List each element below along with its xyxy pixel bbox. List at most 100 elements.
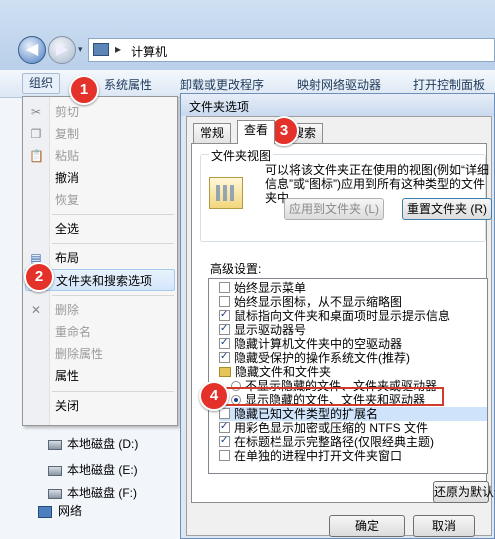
menu-item-paste[interactable]: 📋 粘贴 bbox=[23, 145, 178, 167]
menu-item-label: 撤消 bbox=[55, 171, 80, 185]
setting-label: 在标题栏显示完整路径(仅限经典主题) bbox=[234, 435, 434, 449]
chevron-right-icon[interactable]: ▸ bbox=[115, 42, 121, 56]
setting-label: 显示驱动器号 bbox=[234, 323, 307, 337]
network-icon bbox=[38, 505, 52, 518]
menu-item-cut[interactable]: ✂ 剪切 bbox=[23, 101, 178, 123]
folder-view-icon bbox=[209, 177, 243, 209]
dialog-body: 常规 查看 搜索 文件夹视图 可以将该文件夹正在使用的视图(例如“详细信息”或“… bbox=[186, 116, 495, 537]
cancel-button[interactable]: 取消 bbox=[413, 515, 475, 537]
hard-drive-icon bbox=[48, 488, 62, 499]
organize-button[interactable]: 组织 bbox=[22, 73, 61, 94]
address-text[interactable]: 计算机 bbox=[131, 43, 167, 60]
menu-item-undo[interactable]: 撤消 bbox=[23, 167, 178, 189]
setting-label: 隐藏文件和文件夹 bbox=[235, 365, 332, 379]
restore-defaults-button[interactable]: 还原为默认值 bbox=[433, 481, 495, 503]
menu-item-label: 全选 bbox=[55, 222, 80, 236]
tab-view[interactable]: 查看 bbox=[237, 120, 276, 144]
checkbox[interactable] bbox=[219, 350, 230, 364]
menu-item-label: 恢复 bbox=[55, 193, 80, 207]
explorer-address-bar: ◀ ▶ ▾ ▸ 计算机 bbox=[0, 0, 495, 70]
hard-drive-icon bbox=[48, 465, 62, 476]
drive-item[interactable]: 本地磁盘 (F:) bbox=[48, 484, 137, 501]
organize-menu: ✂ 剪切 ❐ 复制 📋 粘贴 撤消 恢复 全选 ▤ 布局 文件夹和搜索选项 ✕ 删除 重命… bbox=[22, 96, 178, 426]
advanced-settings-label: 高级设置: bbox=[210, 262, 262, 276]
menu-item-remove-properties[interactable]: 删除属性 bbox=[23, 343, 178, 365]
setting-label: 始终显示菜单 bbox=[234, 281, 307, 295]
menu-item-label: 重命名 bbox=[55, 325, 92, 339]
back-button[interactable]: ◀ bbox=[18, 36, 46, 64]
setting-show-encrypted-color[interactable]: 用彩色显示加密或压缩的 NTFS 文件 bbox=[219, 420, 428, 435]
setting-separate-process[interactable]: 在单独的进程中打开文件夹窗口 bbox=[219, 449, 402, 463]
drive-label: 本地磁盘 (F:) bbox=[67, 486, 137, 500]
menu-item-select-all[interactable]: 全选 bbox=[23, 218, 178, 240]
setting-hide-empty-drives[interactable]: 隐藏计算机文件夹中的空驱动器 bbox=[219, 336, 402, 351]
menu-item-delete[interactable]: ✕ 删除 bbox=[23, 299, 178, 321]
checkbox[interactable] bbox=[219, 296, 230, 307]
menu-separator bbox=[52, 295, 174, 296]
delete-icon: ✕ bbox=[30, 303, 42, 317]
menu-separator bbox=[52, 214, 174, 215]
checkbox[interactable] bbox=[219, 308, 230, 322]
menu-item-close[interactable]: 关闭 bbox=[23, 395, 178, 417]
checkbox[interactable] bbox=[219, 322, 230, 336]
folder-icon bbox=[219, 367, 231, 377]
system-properties-button[interactable]: 系统属性 bbox=[104, 76, 152, 93]
setting-always-show-icons[interactable]: 始终显示图标，从不显示缩略图 bbox=[219, 295, 402, 309]
checkbox[interactable] bbox=[219, 282, 230, 293]
setting-label: 在单独的进程中打开文件夹窗口 bbox=[234, 449, 403, 463]
menu-item-label: 删除 bbox=[55, 303, 80, 317]
forward-button[interactable]: ▶ bbox=[48, 36, 76, 64]
computer-icon bbox=[93, 43, 109, 56]
drive-label: 本地磁盘 (E:) bbox=[67, 463, 138, 477]
menu-item-label: 布局 bbox=[55, 251, 80, 265]
checkbox[interactable] bbox=[219, 450, 230, 461]
uninstall-program-button[interactable]: 卸载或更改程序 bbox=[180, 76, 264, 93]
apply-to-folders-button[interactable]: 应用到文件夹 (L) bbox=[284, 198, 384, 220]
address-field[interactable]: ▸ 计算机 bbox=[88, 38, 495, 62]
checkbox[interactable] bbox=[219, 408, 230, 419]
checkbox[interactable] bbox=[219, 434, 230, 448]
menu-separator bbox=[52, 243, 174, 244]
tab-general[interactable]: 常规 bbox=[193, 123, 232, 143]
drive-item[interactable]: 本地磁盘 (D:) bbox=[48, 435, 138, 452]
folder-options-dialog: 文件夹选项 常规 查看 搜索 文件夹视图 可以将该文件夹正在使用的视图(例如“详… bbox=[180, 93, 495, 539]
map-network-drive-button[interactable]: 映射网络驱动器 bbox=[297, 76, 381, 93]
open-control-panel-button[interactable]: 打开控制面板 bbox=[413, 76, 485, 93]
dialog-title-bar[interactable]: 文件夹选项 bbox=[181, 94, 494, 116]
advanced-settings-list[interactable]: 始终显示菜单 始终显示图标，从不显示缩略图 鼠标指向文件夹和桌面项时显示提示信息… bbox=[208, 278, 488, 474]
setting-label: 鼠标指向文件夹和桌面项时显示提示信息 bbox=[234, 309, 451, 323]
step-badge-2: 2 bbox=[24, 262, 54, 292]
network-item[interactable]: 网络 bbox=[38, 502, 82, 519]
setting-full-path-title-bar[interactable]: 在标题栏显示完整路径(仅限经典主题) bbox=[219, 434, 434, 449]
step-badge-1: 1 bbox=[69, 75, 99, 105]
folder-view-legend: 文件夹视图 bbox=[209, 147, 274, 164]
dialog-title: 文件夹选项 bbox=[189, 100, 250, 114]
menu-separator bbox=[52, 391, 174, 392]
hard-drive-icon bbox=[48, 439, 62, 450]
menu-item-label: 粘贴 bbox=[55, 149, 80, 163]
setting-show-pop-up-description[interactable]: 鼠标指向文件夹和桌面项时显示提示信息 bbox=[219, 308, 451, 323]
checkbox[interactable] bbox=[219, 420, 230, 434]
checkbox[interactable] bbox=[219, 336, 230, 350]
reset-folders-button[interactable]: 重置文件夹 (R) bbox=[402, 198, 492, 220]
setting-hide-protected-os-files[interactable]: 隐藏受保护的操作系统文件(推荐) bbox=[219, 350, 410, 365]
menu-item-properties[interactable]: 属性 bbox=[23, 365, 178, 387]
setting-always-show-menus[interactable]: 始终显示菜单 bbox=[219, 281, 306, 295]
menu-item-label: 关闭 bbox=[55, 399, 80, 413]
ok-button[interactable]: 确定 bbox=[329, 515, 405, 537]
setting-hide-known-extensions[interactable]: 隐藏已知文件类型的扩展名 bbox=[219, 407, 487, 421]
highlight-box bbox=[222, 387, 444, 406]
copy-icon: ❐ bbox=[30, 127, 42, 141]
view-tab-panel: 文件夹视图 可以将该文件夹正在使用的视图(例如“详细信息”或“图标”)应用到所有… bbox=[191, 143, 492, 503]
setting-show-drive-letters[interactable]: 显示驱动器号 bbox=[219, 322, 307, 337]
recent-pages-dropdown-icon[interactable]: ▾ bbox=[78, 44, 83, 55]
menu-item-redo[interactable]: 恢复 bbox=[23, 189, 178, 211]
setting-group-hidden-files: 隐藏文件和文件夹 bbox=[219, 365, 331, 379]
setting-label: 隐藏受保护的操作系统文件(推荐) bbox=[234, 351, 410, 365]
menu-item-rename[interactable]: 重命名 bbox=[23, 321, 178, 343]
menu-item-label: 文件夹和搜索选项 bbox=[56, 274, 153, 288]
menu-item-copy[interactable]: ❐ 复制 bbox=[23, 123, 178, 145]
drive-item[interactable]: 本地磁盘 (E:) bbox=[48, 461, 138, 478]
setting-label: 始终显示图标，从不显示缩略图 bbox=[234, 295, 403, 309]
menu-item-label: 删除属性 bbox=[55, 347, 104, 361]
